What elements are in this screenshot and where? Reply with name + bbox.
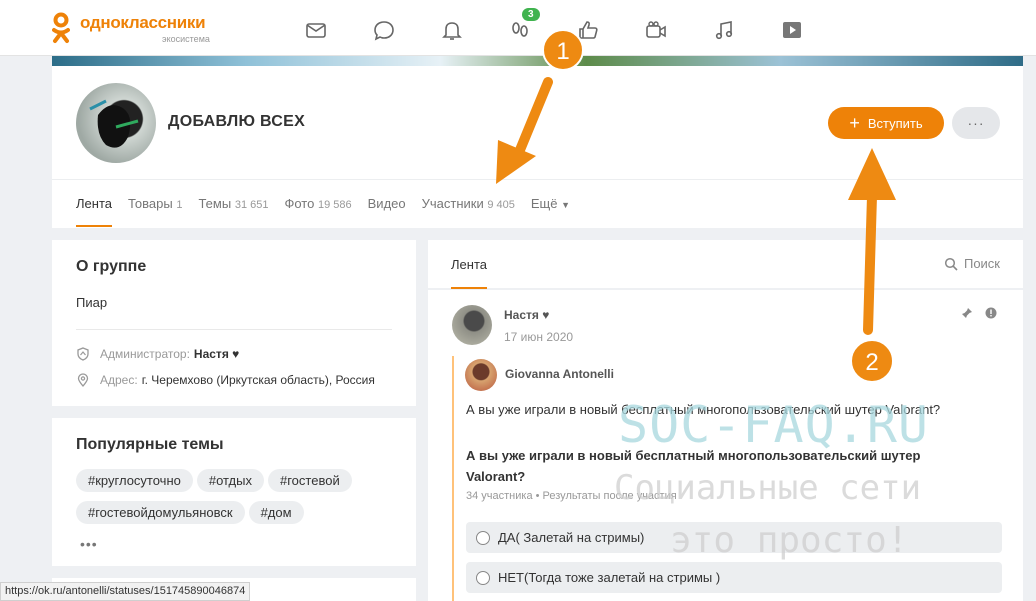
tab-video[interactable]: Видео [368,196,406,211]
guests-badge: 3 [522,8,540,21]
tab-feed[interactable]: Лента [76,196,112,227]
poll-option[interactable]: НЕТ(Тогда тоже залетай на стримы ) [466,562,1002,593]
group-avatar[interactable] [76,83,156,163]
repost-author[interactable]: Giovanna Antonelli [505,367,614,381]
radio-icon [476,570,490,585]
radio-icon [476,530,490,545]
poll-option-label: НЕТ(Тогда тоже залетай на стримы ) [498,570,721,585]
video-icon[interactable] [776,14,808,46]
tab-count: 31 651 [234,199,269,211]
group-header: ДОБАВЛЮ ВСЕХ + Вступить ··· Лента Товары… [52,66,1023,228]
tab-photos[interactable]: Фото 19 586 [284,196,351,211]
group-title: ДОБАВЛЮ ВСЕХ [168,113,306,130]
post-actions [949,307,997,319]
chat-icon[interactable] [368,14,400,46]
tab-more[interactable]: Ещё ▼ [531,196,570,211]
admin-label: Администратор: [100,347,190,361]
feed-header: Лента Поиск [428,240,1023,289]
admin-name[interactable]: Настя ♥ [194,347,239,361]
plus-icon: + [849,113,860,133]
music-icon[interactable] [708,14,740,46]
watermark-site: SOC-FAQ.RU [618,396,930,454]
location-pin-icon [77,373,89,387]
more-topics-button[interactable]: ••• [80,536,98,552]
tab-products[interactable]: Товары 1 [128,196,182,211]
popular-topics-card: Популярные темы #круглосуточно #отдых #гос… [52,418,416,566]
video-chat-icon[interactable] [640,14,672,46]
nav-icons: 3 [300,8,844,46]
popular-title: Популярные темы [76,436,224,453]
mail-icon[interactable] [300,14,332,46]
search-label: Поиск [963,256,1000,271]
watermark-tagline: Социальные сети [614,468,922,508]
join-button[interactable]: + Вступить [828,107,944,139]
ok-logo-icon [52,12,70,44]
tab-count: 1 [176,199,183,211]
tab-members[interactable]: Участники 9 405 [422,196,515,211]
tab-topics[interactable]: Темы 31 651 [198,196,268,211]
tab-label: Участники [421,196,484,211]
info-icon[interactable] [985,307,997,319]
browser-status-url: https://ok.ru/antonelli/statuses/1517458… [0,582,251,601]
bell-icon[interactable] [436,14,468,46]
divider [76,329,392,330]
logo-subtitle: экосистема [162,33,210,44]
about-title: О группе [76,258,147,275]
pin-icon[interactable] [961,307,973,319]
logo-name: одноклассники [80,12,206,32]
post-date: 17 июн 2020 [504,330,574,344]
tab-label: Лента [76,196,112,211]
guests-icon[interactable]: 3 [504,8,540,46]
chevron-down-icon: ▼ [561,200,571,210]
address-row: Адрес: г. Черемхово (Иркутская область),… [76,373,375,387]
watermark-tagline-2: это просто! [670,520,909,561]
tab-label: Темы [198,196,232,211]
topic-tag[interactable]: #гостевойдомульяновск [76,501,245,524]
tab-count: 9 405 [487,199,515,211]
tab-label: Фото [284,196,315,211]
group-cover-image [52,56,1023,66]
post-author[interactable]: Настя ♥ [504,308,549,322]
shield-icon [77,347,89,361]
group-tabs: Лента Товары 1 Темы 31 651 Фото 19 586 В… [76,196,586,227]
tab-label: Товары [127,196,173,211]
post-author-avatar[interactable] [452,305,492,345]
feed-search[interactable]: Поиск [944,256,1000,271]
divider [52,179,1023,180]
tab-feed-main[interactable]: Лента [451,257,487,289]
tab-label: Видео [367,196,406,211]
tab-count: 19 586 [317,199,352,211]
top-navigation-bar: одноклассники экосистема 3 [0,0,1036,56]
repost-author-avatar[interactable] [465,359,497,391]
like-icon[interactable] [572,14,604,46]
ok-logo[interactable]: одноклассники экосистема [52,12,210,44]
topic-tag[interactable]: #отдых [196,469,264,492]
address-value: г. Черемхово (Иркутская область), Россия [141,373,375,387]
topic-tag[interactable]: #дом [248,501,304,524]
poll-option-label: ДА( Залетай на стримы) [498,530,645,545]
topic-tag[interactable]: #гостевой [268,469,352,492]
tab-label: Ещё [530,196,558,211]
join-button-label: Вступить [867,115,923,131]
about-description: Пиар [76,295,108,310]
search-icon [944,257,958,271]
admin-row: Администратор: Настя ♥ [76,347,239,361]
topic-tags: #круглосуточно #отдых #гостевой #гостевойд… [76,469,406,533]
address-label: Адрес: [100,373,138,387]
topic-tag[interactable]: #круглосуточно [76,469,193,492]
more-options-button[interactable]: ··· [952,107,1000,139]
about-group-card: О группе Пиар Администратор: Настя ♥ Адр… [52,240,416,406]
